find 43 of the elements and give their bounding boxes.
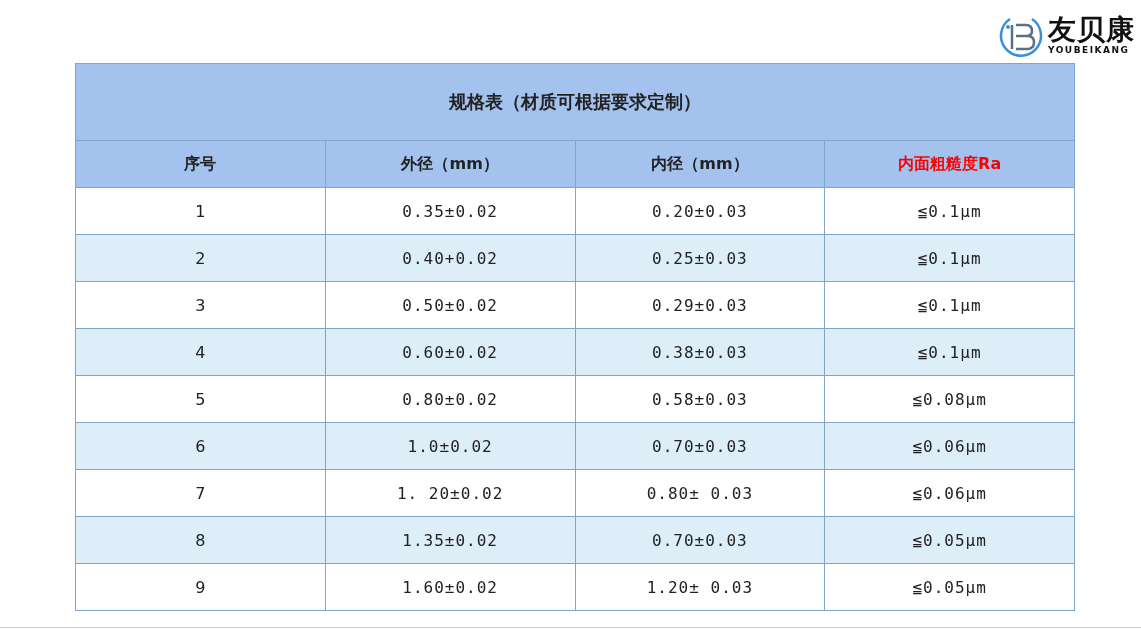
- table-cell: 0.60±0.02: [325, 328, 575, 376]
- table-cell: ≦0.05μm: [824, 516, 1075, 564]
- table-cell: 0.50±0.02: [325, 281, 575, 329]
- table-cell: ≦0.1μm: [824, 281, 1075, 329]
- table-cell: ≦0.05μm: [824, 563, 1075, 611]
- table-cell: ≦0.1μm: [824, 187, 1075, 235]
- table-cell: 3: [75, 281, 326, 329]
- table-cell: 0.40+0.02: [325, 234, 575, 282]
- table-cell: 7: [75, 469, 326, 517]
- table-cell: 8: [75, 516, 326, 564]
- table-cell: 0.20±0.03: [575, 187, 825, 235]
- table-cell: ≦0.08μm: [824, 375, 1075, 423]
- table-cell: 1.60±0.02: [325, 563, 575, 611]
- table-cell: 1.20± 0.03: [575, 563, 825, 611]
- table-cell: ≦0.06μm: [824, 469, 1075, 517]
- column-header: 外径（mm）: [325, 140, 575, 188]
- table-cell: 1: [75, 187, 326, 235]
- table-cell: 0.80± 0.03: [575, 469, 825, 517]
- table-cell: 0.70±0.03: [575, 422, 825, 470]
- table-cell: ≦0.06μm: [824, 422, 1075, 470]
- column-header: 内面粗糙度Ra: [824, 140, 1075, 188]
- table-cell: 0.35±0.02: [325, 187, 575, 235]
- table-cell: 6: [75, 422, 326, 470]
- table-cell: 2: [75, 234, 326, 282]
- logo-name: 友贝康: [1048, 15, 1135, 45]
- table-cell: 0.29±0.03: [575, 281, 825, 329]
- table-title: 规格表（材质可根据要求定制）: [75, 63, 1075, 141]
- column-header: 内径（mm）: [575, 140, 825, 188]
- logo-subtitle: YOUBEIKANG: [1048, 45, 1130, 56]
- table-cell: 0.38±0.03: [575, 328, 825, 376]
- table-cell: 0.58±0.03: [575, 375, 825, 423]
- table-cell: 0.80±0.02: [325, 375, 575, 423]
- table-cell: 0.25±0.03: [575, 234, 825, 282]
- table-cell: 0.70±0.03: [575, 516, 825, 564]
- table-cell: ≦0.1μm: [824, 234, 1075, 282]
- table-cell: 4: [75, 328, 326, 376]
- table-cell: ≦0.1μm: [824, 328, 1075, 376]
- column-header: 序号: [75, 140, 326, 188]
- table-cell: 1.35±0.02: [325, 516, 575, 564]
- table-cell: 1.0±0.02: [325, 422, 575, 470]
- table-cell: 1. 20±0.02: [325, 469, 575, 517]
- table-cell: 9: [75, 563, 326, 611]
- table-cell: 5: [75, 375, 326, 423]
